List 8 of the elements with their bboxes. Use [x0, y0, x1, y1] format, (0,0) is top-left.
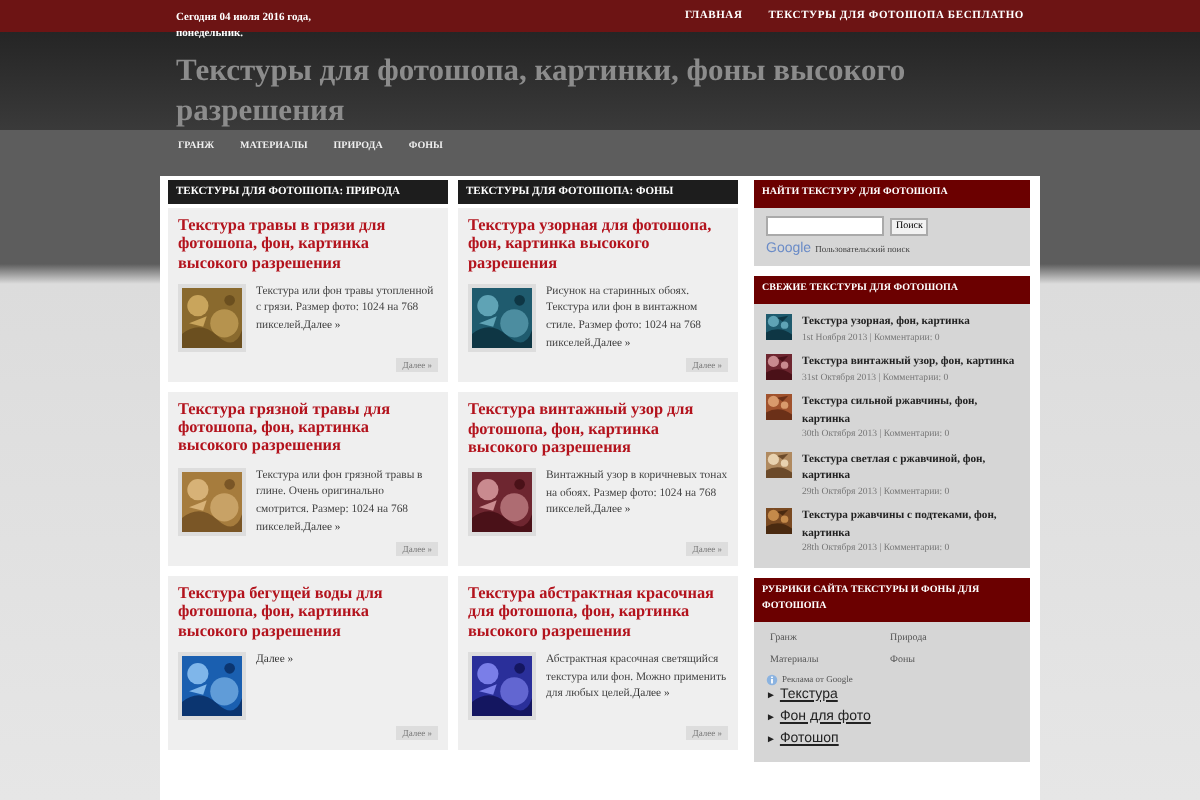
post-title[interactable]: Текстура бегущей воды для фотошопа, фон, картинка высокого разрешения [178, 584, 438, 641]
post-title[interactable]: Текстура травы в грязи для фотошопа, фон, картинка высокого разрешения [178, 216, 438, 272]
info-icon [766, 673, 778, 685]
post-title[interactable]: Текстура абстрактная красочная для фотошопа, фон, картинка высокого разрешения [468, 584, 728, 641]
post-title[interactable]: Текстура узорная для фотошопа, фон, картинка высокого разрешения [468, 216, 728, 272]
post-title[interactable]: Текстура винтажный узор для фотошопа, фон, картинка высокого разрешения [468, 400, 728, 457]
search-field[interactable] [766, 216, 884, 236]
post-title[interactable]: Текстура грязной травы для фотошопа, фон, картинка высокого разрешения [178, 399, 438, 456]
